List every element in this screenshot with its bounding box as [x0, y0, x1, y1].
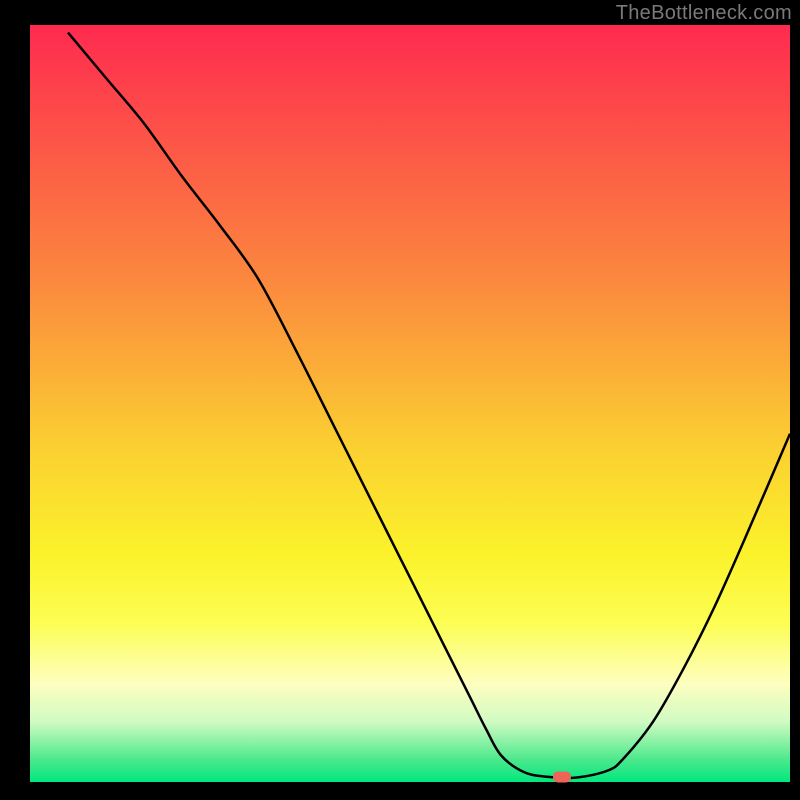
bottleneck-chart [0, 0, 800, 800]
gradient-background [30, 25, 790, 782]
optimum-marker [553, 771, 571, 782]
watermark-text: TheBottleneck.com [616, 2, 792, 25]
